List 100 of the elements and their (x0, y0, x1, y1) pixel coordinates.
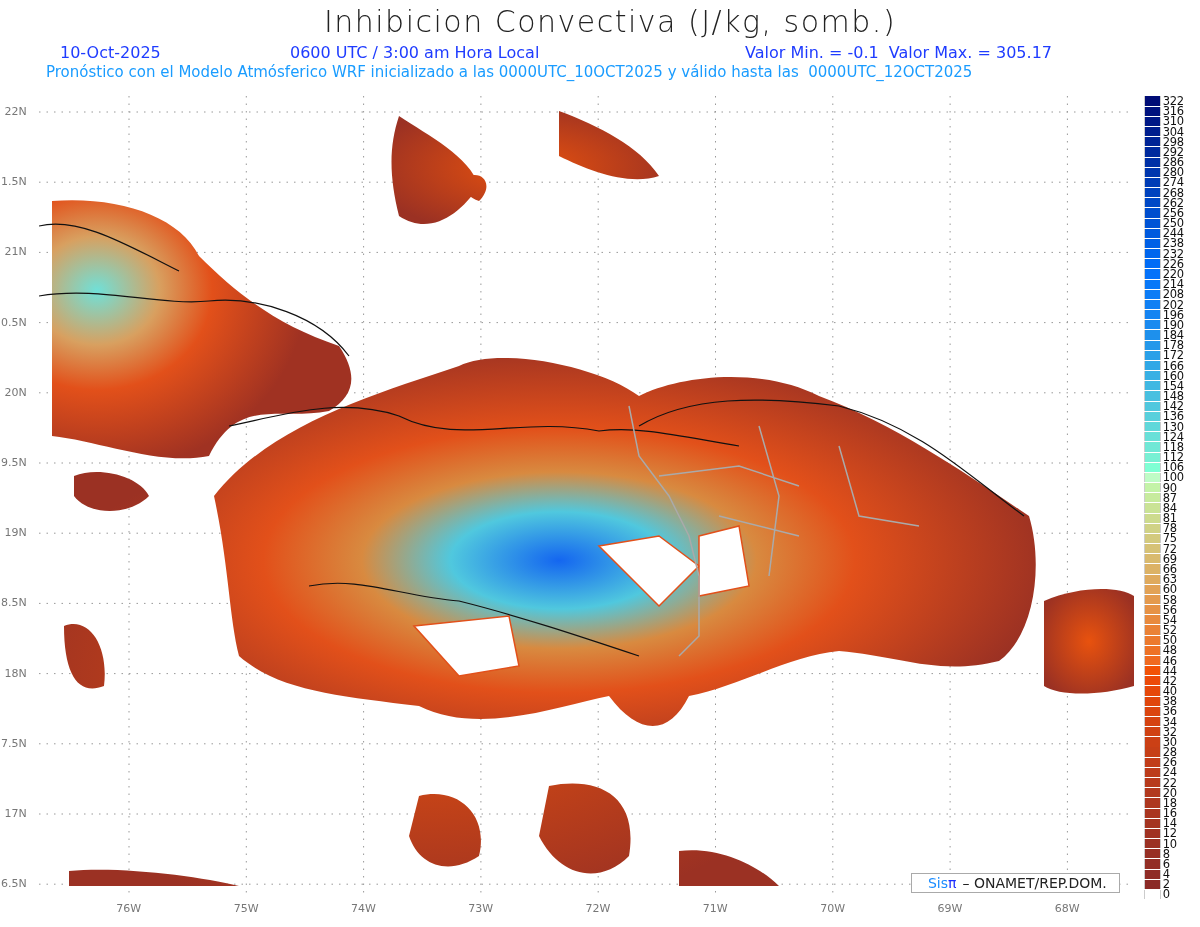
longitude-label: 74W (349, 902, 377, 915)
scale-label: 28 (1162, 747, 1177, 758)
scale-label: 136 (1162, 411, 1184, 422)
scale-label: 214 (1162, 279, 1184, 290)
value-range: Valor Min. = -0.1 Valor Max. = 305.17 (745, 43, 1052, 62)
scale-label: 2 (1162, 879, 1170, 890)
scale-label: 304 (1162, 126, 1184, 137)
latitude-label: 22N (4, 105, 27, 118)
brand-symbol: π (948, 875, 957, 891)
scale-label: 22 (1162, 777, 1177, 788)
latitude-label: 19N (4, 526, 27, 540)
scale-label: 10 (1162, 838, 1177, 849)
scale-label: 16 (1162, 808, 1177, 819)
latitude-label: 6.5N (1, 877, 27, 891)
longitude-label: 76W (115, 902, 143, 915)
scale-label: 66 (1162, 564, 1177, 574)
longitude-label: 75W (232, 902, 260, 915)
scale-label: 316 (1162, 106, 1184, 117)
latitude-label: 20N (4, 385, 27, 399)
scale-label: 48 (1162, 645, 1177, 656)
scale-label: 130 (1162, 421, 1184, 432)
scale-label: 274 (1162, 177, 1184, 188)
scale-label: 100 (1162, 472, 1184, 483)
scale-label: 84 (1162, 502, 1177, 513)
scale-label: 202 (1162, 299, 1184, 310)
scale-label: 148 (1162, 391, 1184, 402)
scale-label: 166 (1162, 360, 1184, 371)
scale-label: 322 (1162, 96, 1184, 107)
scale-label: 268 (1162, 187, 1184, 198)
scale-label: 280 (1162, 167, 1184, 178)
scale-label: 18 (1162, 797, 1177, 808)
scale-label: 226 (1162, 258, 1184, 269)
scale-label: 244 (1162, 228, 1184, 239)
scale-label: 50 (1162, 635, 1177, 646)
scale-label: 178 (1162, 340, 1184, 351)
scale-label: 208 (1162, 289, 1184, 300)
scale-label: 60 (1162, 584, 1177, 595)
scale-label: 196 (1162, 309, 1184, 320)
longitude-label: 68W (1053, 902, 1081, 915)
credit-text: – ONAMET/REP.DOM. (962, 875, 1107, 891)
scale-label: 238 (1162, 238, 1184, 249)
scale-label: 36 (1162, 706, 1177, 717)
scale-label: 286 (1162, 157, 1184, 168)
latitude-label: 9.5N (1, 456, 27, 469)
scale-label: 40 (1162, 686, 1177, 697)
scale-label: 81 (1162, 513, 1177, 524)
longitude-label: 70W (819, 902, 846, 915)
scale-label: 250 (1162, 218, 1184, 229)
forecast-time: 0600 UTC / 3:00 am Hora Local (290, 43, 541, 62)
scale-label: 52 (1162, 625, 1177, 635)
scale-label: 310 (1162, 116, 1184, 127)
brand-text: Sis (927, 875, 948, 891)
scale-label: 75 (1162, 533, 1177, 544)
scale-label: 154 (1162, 380, 1184, 391)
scale-label: 142 (1162, 401, 1184, 412)
scale-label: 46 (1162, 655, 1177, 666)
latitude-label: 1.5N (1, 175, 27, 189)
scale-label: 20 (1162, 787, 1177, 798)
forecast-description: Pronóstico con el Modelo Atmósferico WRF inicializado a las 0000UTC_10OCT2025 y válido hasta las 0000UTC_12OCT2025 (46, 63, 974, 81)
forecast-date: 10-Oct-2025 (60, 43, 162, 62)
scale-label: 292 (1162, 146, 1184, 157)
scale-label: 42 (1162, 675, 1177, 686)
scale-label: 69 (1162, 553, 1177, 564)
scale-label: 112 (1162, 452, 1184, 463)
map-title: Inhibicion Convectiva (J/kg, somb.) (322, 3, 898, 39)
scale-label: 56 (1162, 604, 1177, 615)
scale-label: 184 (1162, 330, 1184, 341)
scale-label: 63 (1162, 574, 1177, 585)
scale-label: 78 (1162, 523, 1177, 534)
scale-label: 30 (1162, 736, 1177, 747)
scale-label: 172 (1162, 350, 1184, 361)
scale-label: 14 (1162, 818, 1177, 829)
scale-label: 124 (1162, 431, 1184, 442)
scale-label: 8 (1162, 848, 1170, 859)
scale-label: 87 (1162, 492, 1177, 503)
scale-label: 6 (1162, 858, 1170, 869)
scale-label: 0 (1162, 889, 1170, 900)
scale-label: 26 (1162, 757, 1177, 768)
scale-label: 298 (1162, 136, 1184, 147)
scale-label: 90 (1162, 482, 1177, 493)
scale-label: 160 (1162, 370, 1184, 381)
scale-label: 54 (1162, 614, 1177, 625)
scale-label: 262 (1162, 197, 1184, 208)
longitude-label: 69W (936, 902, 964, 915)
scale-label: 34 (1162, 716, 1177, 727)
scale-label: 118 (1162, 441, 1184, 452)
scale-label: 190 (1162, 319, 1184, 330)
scale-label: 72 (1162, 543, 1177, 554)
scale-label: 256 (1162, 207, 1184, 218)
latitude-label: 0.5N (1, 315, 27, 329)
latitude-label: 17N (4, 807, 27, 820)
latitude-label: 7.5N (1, 736, 27, 750)
scale-label: 38 (1162, 696, 1177, 707)
scale-label: 24 (1162, 767, 1177, 778)
latitude-label: 21N (4, 245, 27, 259)
scale-label: 4 (1162, 869, 1170, 880)
latitude-label: 8.5N (1, 596, 27, 610)
scale-label: 32 (1162, 726, 1177, 737)
scale-label: 106 (1162, 462, 1184, 473)
scale-label: 58 (1162, 594, 1177, 605)
